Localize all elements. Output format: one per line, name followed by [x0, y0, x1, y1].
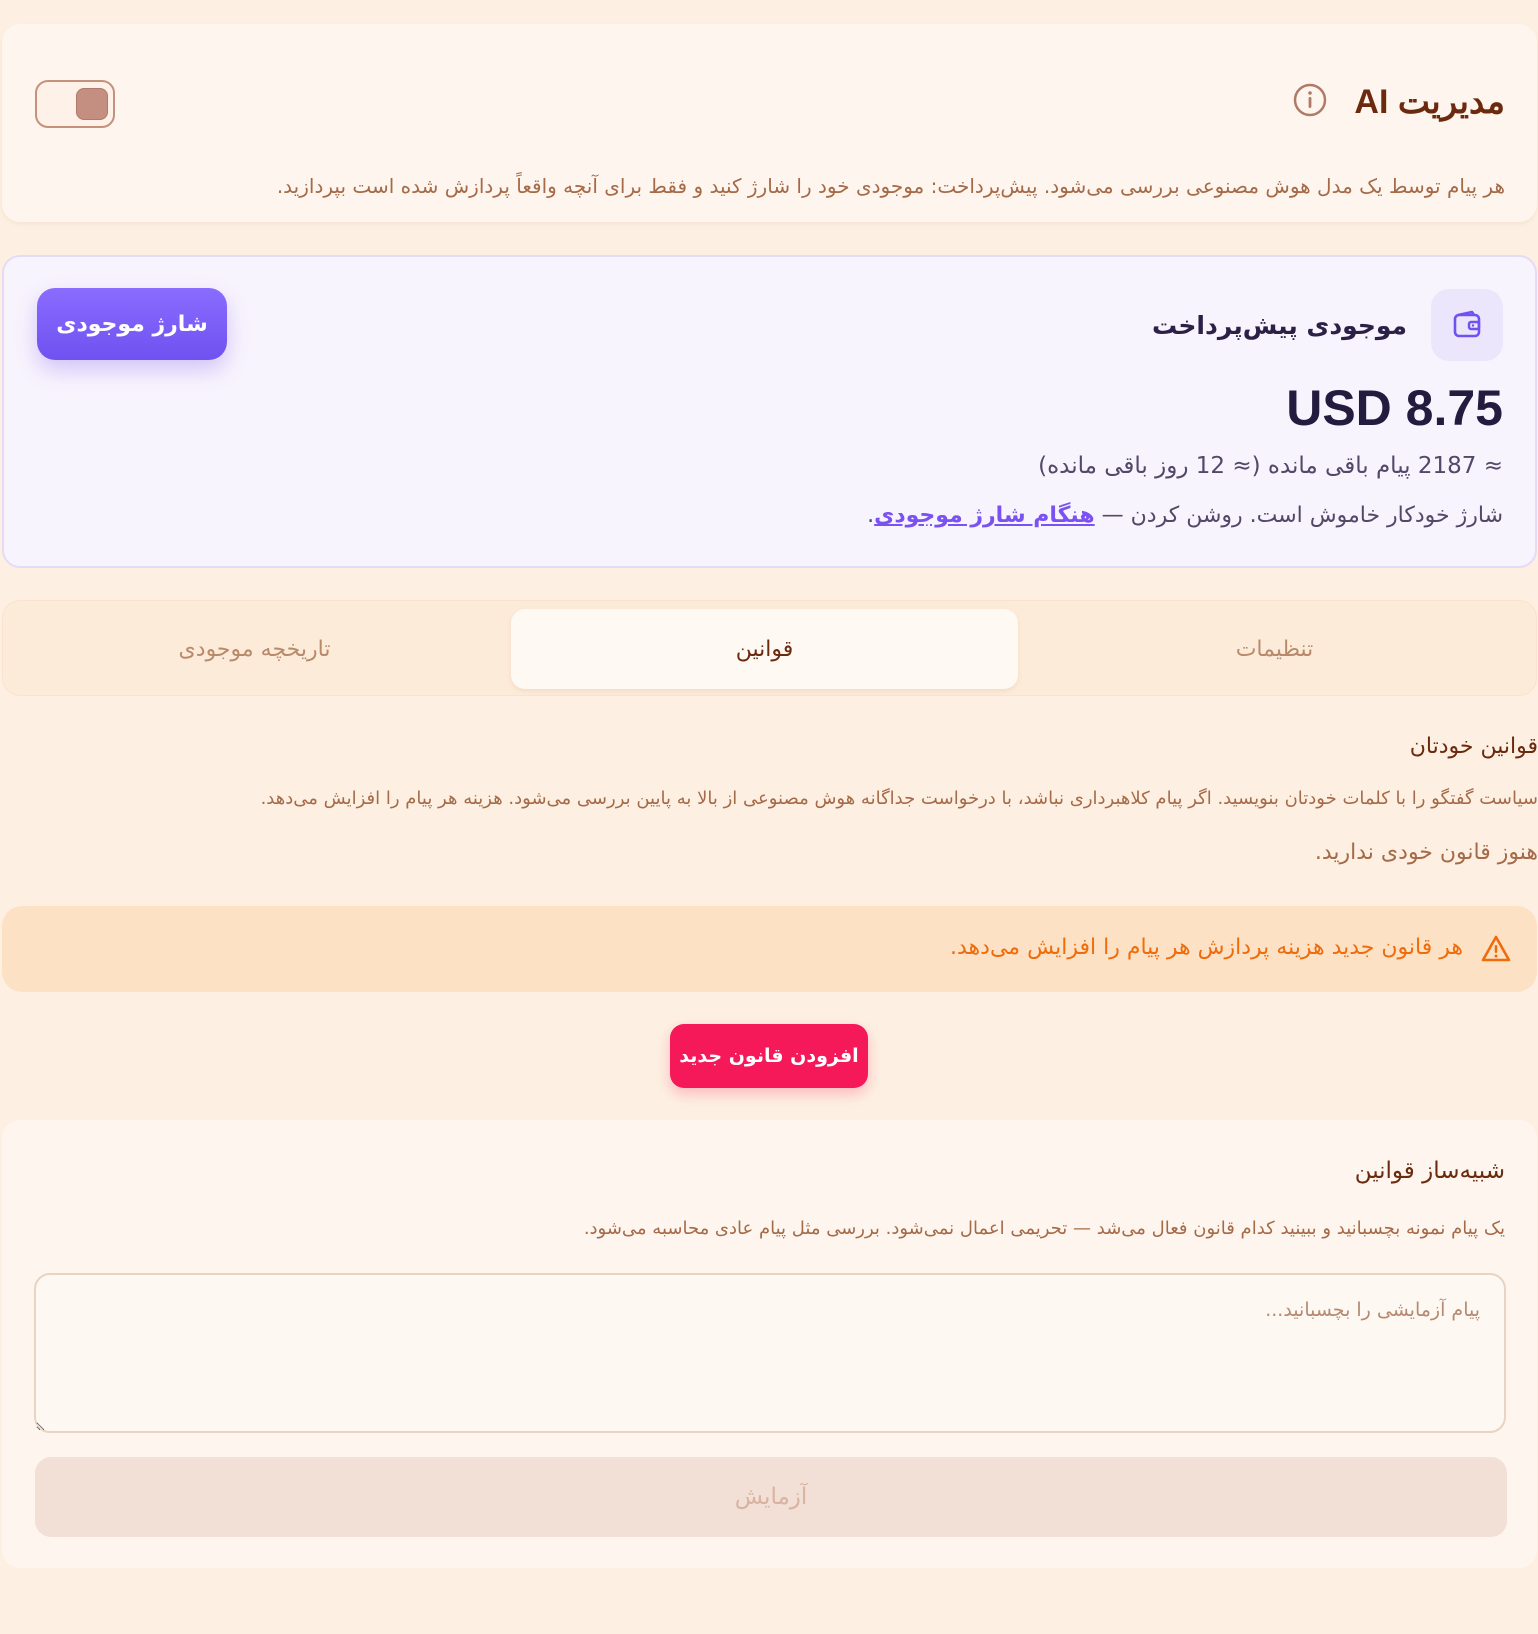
rules-description: سیاست گفتگو را با کلمات خودتان بنویسید. … [260, 788, 1538, 809]
tab-settings[interactable]: تنظیمات [1021, 609, 1528, 689]
prepaid-balance-card: موجودی پیش‌پرداخت USD 8.75 ≈ 2187 پیام ب… [2, 255, 1537, 568]
header-description: هر پیام توسط یک مدل هوش مصنوعی بررسی می‌… [276, 174, 1505, 198]
simulator-description: یک پیام نمونه بچسبانید و ببینید کدام قان… [583, 1218, 1505, 1239]
warning-banner: هر قانون جدید هزینه پردازش هر پیام را اف… [2, 906, 1537, 992]
autocharge-status: شارژ خودکار خاموش است. روشن کردن — هنگام… [867, 503, 1503, 528]
warning-text: هر قانون جدید هزینه پردازش هر پیام را اف… [950, 935, 1463, 960]
test-button[interactable]: آزمایش [35, 1457, 1507, 1537]
simulator-title: شبیه‌ساز قوانین [1354, 1158, 1505, 1184]
add-rule-button[interactable]: افزودن قانون جدید [670, 1024, 868, 1088]
tab-bar: تنظیمات قوانین تاریخچه موجودی [2, 600, 1537, 696]
toggle-knob [76, 88, 108, 120]
info-icon[interactable] [1292, 82, 1328, 122]
no-rules-text: هنوز قانون خودی ندارید. [1314, 840, 1538, 865]
wallet-icon-box [1431, 289, 1503, 361]
balance-title: موجودی پیش‌پرداخت [1151, 311, 1407, 340]
warning-icon [1481, 935, 1511, 962]
balance-amount: USD 8.75 [1286, 380, 1503, 436]
autocharge-text: شارژ خودکار خاموش است. روشن کردن — [1094, 503, 1503, 528]
ai-management-card: مدیریت AI هر پیام توسط یک مدل هوش مصنوعی… [2, 24, 1537, 222]
charge-balance-button[interactable]: شارژ موجودی [37, 288, 227, 360]
wallet-icon [1453, 310, 1481, 338]
tab-balance-history[interactable]: تاریخچه موجودی [1, 609, 508, 689]
rules-simulator-card: شبیه‌ساز قوانین یک پیام نمونه بچسبانید و… [2, 1120, 1537, 1568]
ai-toggle-switch[interactable] [35, 80, 115, 128]
tab-rules[interactable]: قوانین [511, 609, 1018, 689]
test-message-input[interactable] [34, 1273, 1506, 1433]
balance-estimate: ≈ 2187 پیام باقی مانده (≈ 12 روز باقی ما… [1038, 453, 1503, 479]
rules-heading: قوانین خودتان [1409, 734, 1538, 759]
autocharge-link[interactable]: هنگام شارژ موجودی [874, 503, 1094, 528]
page-title: مدیریت AI [1354, 83, 1505, 121]
header-title-row: مدیریت AI [1292, 82, 1505, 122]
